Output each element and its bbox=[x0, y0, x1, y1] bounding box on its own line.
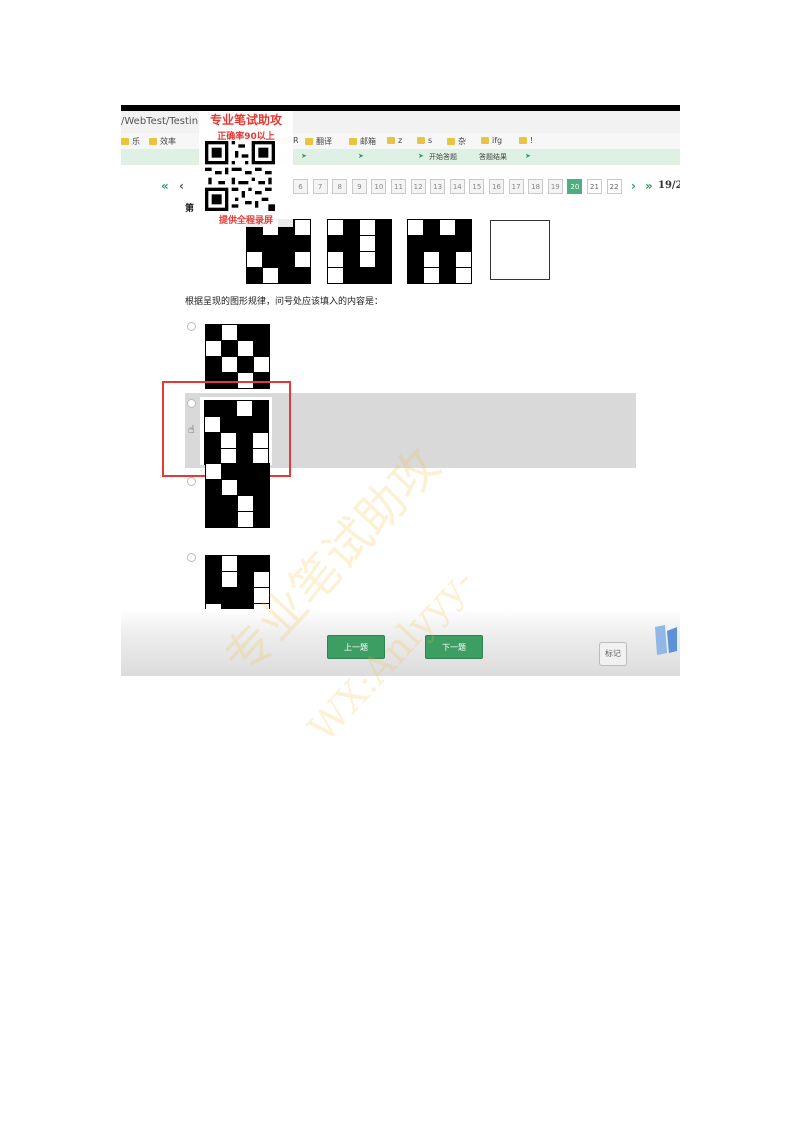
page-button-22[interactable]: 22 bbox=[606, 179, 622, 194]
option-c-figure[interactable] bbox=[205, 463, 270, 528]
bookmark-item[interactable]: 邮箱 bbox=[349, 136, 376, 147]
page-button-15[interactable]: 15 bbox=[469, 179, 485, 194]
bottom-toolbar bbox=[121, 609, 680, 676]
bookmark-item[interactable]: s bbox=[417, 136, 432, 145]
promo-overlay: 专业笔试助攻 正确率90以上 提供全程录屏 bbox=[199, 111, 293, 227]
page-button-6[interactable]: 6 bbox=[293, 179, 308, 194]
last-page-icon[interactable]: » bbox=[645, 179, 653, 194]
step-arrow-icon: ➤ bbox=[525, 152, 531, 160]
folder-icon bbox=[519, 137, 527, 144]
question-mark-slot bbox=[490, 220, 550, 280]
bookmark-item[interactable]: 乐 bbox=[121, 136, 140, 147]
page-button-13[interactable]: 13 bbox=[430, 179, 446, 194]
qr-code-icon bbox=[205, 141, 275, 211]
prev-page-icon[interactable]: ‹ bbox=[179, 179, 184, 194]
step-arrow-icon: ➤ bbox=[418, 152, 424, 160]
page-button-8[interactable]: 8 bbox=[332, 179, 348, 194]
step-arrow-icon: ➤ bbox=[301, 152, 307, 160]
next-question-button[interactable]: 下一题 bbox=[425, 635, 483, 659]
folder-icon bbox=[349, 138, 357, 145]
page-button-17[interactable]: 17 bbox=[508, 179, 524, 194]
page-button-14[interactable]: 14 bbox=[449, 179, 465, 194]
bookmark-item[interactable]: 翻译 bbox=[305, 136, 332, 147]
folder-icon bbox=[149, 138, 157, 145]
promo-title: 专业笔试助攻 bbox=[209, 113, 282, 127]
folder-icon bbox=[447, 138, 455, 145]
folder-icon bbox=[387, 137, 395, 144]
next-page-icon[interactable]: › bbox=[631, 179, 636, 194]
option-a-figure[interactable] bbox=[205, 324, 270, 389]
page-button-19[interactable]: 19 bbox=[547, 179, 563, 194]
url-text: /WebTest/Testin bbox=[121, 116, 199, 127]
page-button-12[interactable]: 12 bbox=[410, 179, 426, 194]
option-a-radio[interactable] bbox=[187, 322, 196, 331]
bookmark-item[interactable]: 杂 bbox=[447, 136, 466, 147]
question-counter: 19/2 bbox=[658, 180, 680, 191]
option-c-radio[interactable] bbox=[187, 477, 196, 486]
first-page-icon[interactable]: « bbox=[161, 179, 169, 194]
step-answer-result: 答题结果 bbox=[479, 153, 507, 161]
step-arrow-icon: ➤ bbox=[358, 152, 364, 160]
question-number-prefix: 第 bbox=[185, 204, 195, 214]
option-d-radio[interactable] bbox=[187, 553, 196, 562]
page-button-7[interactable]: 7 bbox=[312, 179, 328, 194]
page-button-9[interactable]: 9 bbox=[351, 179, 367, 194]
folder-icon bbox=[121, 138, 129, 145]
pattern-figure-1 bbox=[246, 219, 311, 284]
app-logo-icon bbox=[655, 625, 677, 655]
pattern-figure-3 bbox=[407, 219, 472, 284]
folder-icon bbox=[305, 138, 313, 145]
page-button-10[interactable]: 10 bbox=[371, 179, 387, 194]
question-text: 根据呈现的图形规律，问号处应该填入的内容是： bbox=[185, 297, 384, 307]
mark-question-button[interactable]: 标记 bbox=[599, 642, 627, 666]
bookmark-item[interactable]: z bbox=[387, 136, 402, 145]
page-button-11[interactable]: 11 bbox=[391, 179, 406, 194]
folder-icon bbox=[481, 137, 489, 144]
bookmark-item[interactable]: ! bbox=[519, 136, 533, 145]
step-start-answering: 开始答题 bbox=[429, 153, 457, 161]
page-button-16[interactable]: 16 bbox=[489, 179, 504, 194]
screenshot-frame: /WebTest/Testin 乐 效率 R 翻译 邮箱 z s 杂 ifg !… bbox=[121, 105, 680, 676]
prev-question-button[interactable]: 上一题 bbox=[327, 635, 385, 659]
page-button-20[interactable]: 20 bbox=[567, 179, 583, 194]
bookmark-item[interactable]: 效率 bbox=[149, 136, 176, 147]
page-button-21[interactable]: 21 bbox=[587, 179, 602, 194]
folder-icon bbox=[417, 137, 425, 144]
promo-line-recording: 提供全程录屏 bbox=[218, 216, 273, 226]
bookmark-item[interactable]: ifg bbox=[481, 136, 502, 145]
pattern-figure-2 bbox=[327, 219, 392, 284]
page-button-18[interactable]: 18 bbox=[528, 179, 544, 194]
